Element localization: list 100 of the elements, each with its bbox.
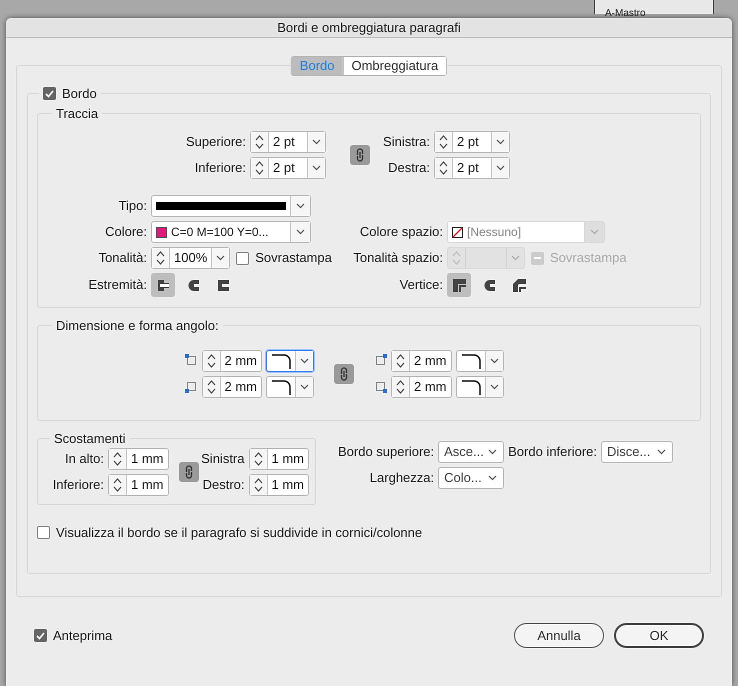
chevron-down-icon bbox=[216, 255, 226, 261]
dropdown[interactable] bbox=[151, 195, 311, 217]
field-label: Tonalità spazio: bbox=[352, 249, 443, 268]
spin-field[interactable]: 1 mm bbox=[248, 448, 309, 470]
chain-icon bbox=[184, 465, 192, 479]
field-label: Destra: bbox=[387, 159, 430, 178]
field-label: In alto: bbox=[64, 450, 104, 468]
dialog-button[interactable]: Annulla bbox=[514, 623, 604, 648]
checkbox-label: Visualizza il bordo se il paragrafo si suddivide in cornici/colonne bbox=[56, 524, 422, 542]
stepper-arrows-icon bbox=[113, 477, 122, 493]
tab[interactable]: Ombreggiatura bbox=[342, 57, 446, 75]
dropdown[interactable]: C=0 M=100 Y=0... bbox=[151, 221, 311, 243]
field-label: Colore: bbox=[104, 223, 147, 242]
chevron-down-icon bbox=[490, 384, 498, 390]
spin-field[interactable]: 2 mm bbox=[391, 376, 452, 398]
corner-shape-dropdown[interactable] bbox=[266, 376, 314, 398]
stepper-arrows-icon bbox=[206, 352, 216, 368]
spin-field[interactable]: 1 mm bbox=[108, 448, 168, 470]
field-value: 1 mm bbox=[131, 476, 164, 494]
checkbox[interactable] bbox=[236, 252, 250, 264]
group-title: Scostamenti bbox=[53, 430, 127, 448]
chevron-down-icon bbox=[496, 165, 505, 171]
field-value: 1 mm bbox=[272, 476, 304, 494]
link-toggle-button[interactable] bbox=[178, 462, 198, 482]
corner-shape-dropdown[interactable] bbox=[456, 376, 504, 398]
stepper-arrows-icon bbox=[254, 477, 262, 493]
chevron-down-icon bbox=[296, 229, 305, 235]
field-label: Larghezza: bbox=[368, 468, 434, 487]
field-value: 2 mm bbox=[224, 352, 257, 370]
checkbox[interactable] bbox=[34, 629, 47, 642]
spin-field[interactable]: 2 pt bbox=[250, 157, 326, 179]
spin-field[interactable]: 100% bbox=[151, 247, 230, 269]
field-label: Inferiore: bbox=[194, 159, 246, 178]
popup-value: Colo... bbox=[444, 468, 482, 487]
chevron-down-icon bbox=[488, 474, 498, 480]
spin-field[interactable]: 2 mm bbox=[202, 376, 262, 398]
field-label: Estremità: bbox=[87, 276, 147, 294]
chevron-down-icon bbox=[300, 358, 309, 364]
no-color-icon bbox=[452, 226, 463, 238]
field-value: 2 pt bbox=[457, 133, 479, 152]
stepper-arrows-icon bbox=[255, 134, 264, 150]
spin-field[interactable]: 2 mm bbox=[391, 350, 452, 372]
field-value: 1 mm bbox=[131, 450, 164, 468]
corner-position-icon bbox=[184, 354, 198, 367]
chevron-down-icon bbox=[496, 139, 505, 145]
color-value: [Nessuno] bbox=[467, 224, 522, 241]
checkbox[interactable] bbox=[37, 526, 50, 540]
stepper-arrows-icon bbox=[452, 250, 461, 266]
field-label: Superiore: bbox=[185, 133, 246, 152]
dialog-button[interactable]: OK bbox=[614, 623, 704, 648]
corner-shape-dropdown[interactable] bbox=[456, 350, 504, 372]
window-title: Bordi e ombreggiatura paragrafi bbox=[277, 18, 461, 37]
corner-position-icon bbox=[374, 354, 387, 367]
chevron-down-icon bbox=[490, 358, 498, 364]
rounded-corner-icon bbox=[269, 378, 293, 394]
chevron-down-icon bbox=[488, 448, 498, 454]
field-label: Tonalità: bbox=[98, 249, 147, 268]
popup-menu[interactable]: Disce... bbox=[601, 440, 674, 462]
bevel-join-icon bbox=[512, 278, 526, 292]
corner-shape-dropdown[interactable] bbox=[266, 350, 314, 372]
spin-field[interactable]: 1 mm bbox=[108, 474, 168, 496]
stepper-arrows-icon bbox=[254, 451, 262, 467]
checkbox[interactable] bbox=[43, 87, 56, 100]
stepper-arrows-icon bbox=[439, 134, 448, 150]
popup-menu[interactable]: Colo... bbox=[438, 466, 504, 488]
field-value: 2 mm bbox=[414, 352, 446, 370]
field-value: 2 pt bbox=[273, 159, 295, 178]
field-label: Sinistra bbox=[200, 450, 244, 468]
field-label: Vertice: bbox=[398, 276, 443, 294]
chevron-down-icon bbox=[312, 139, 321, 145]
popup-menu[interactable]: Asce... bbox=[438, 440, 504, 462]
checkbox-label: Bordo bbox=[62, 85, 97, 103]
chain-icon bbox=[356, 148, 364, 162]
field-value: 2 mm bbox=[414, 378, 446, 396]
miter-join-icon bbox=[452, 278, 466, 292]
link-toggle-button[interactable] bbox=[350, 145, 370, 165]
group-title: Traccia bbox=[55, 104, 100, 122]
spin-field[interactable]: 2 pt bbox=[434, 157, 510, 179]
spin-field[interactable]: 1 mm bbox=[248, 474, 309, 496]
field-label: Sinistra: bbox=[382, 133, 430, 152]
spin-field[interactable]: 2 pt bbox=[434, 131, 510, 153]
spin-field[interactable]: 2 mm bbox=[202, 350, 262, 372]
field-value: 2 pt bbox=[457, 159, 479, 178]
option-button[interactable] bbox=[447, 273, 471, 297]
link-toggle-button[interactable] bbox=[334, 364, 354, 384]
chevron-down-icon bbox=[296, 203, 305, 209]
popup-value: Asce... bbox=[444, 442, 484, 461]
group-title: Dimensione e forma angolo: bbox=[55, 317, 220, 335]
color-value: C=0 M=100 Y=0... bbox=[171, 224, 269, 241]
checkbox-label: Sovrastampa bbox=[255, 249, 332, 268]
projecting-cap-icon bbox=[218, 278, 228, 292]
checkbox-label: Anteprima bbox=[53, 626, 112, 645]
round-cap-icon bbox=[188, 278, 198, 292]
spin-field[interactable]: 2 pt bbox=[250, 131, 326, 153]
chevron-down-icon bbox=[312, 165, 321, 171]
corner-position-icon bbox=[374, 380, 387, 393]
chain-icon bbox=[340, 366, 348, 380]
option-button[interactable] bbox=[151, 273, 175, 297]
field-label: Inferiore: bbox=[52, 476, 104, 494]
chevron-down-icon bbox=[511, 255, 520, 261]
